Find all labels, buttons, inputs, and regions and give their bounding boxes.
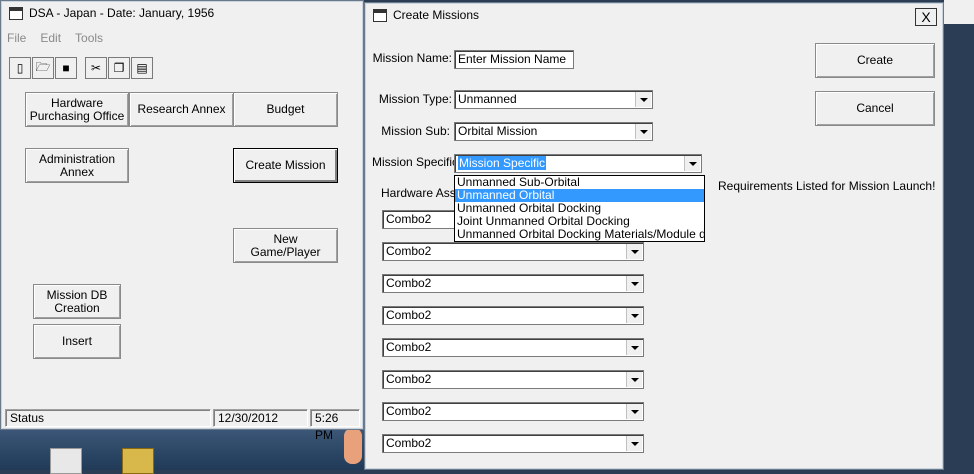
status-text: Status <box>5 409 211 427</box>
hardware-combo-value: Combo2 <box>386 308 432 322</box>
dialog-title: Create Missions <box>393 8 480 22</box>
dialog-title-bar[interactable]: Create Missions <box>365 3 943 27</box>
mission-type-select[interactable]: Unmanned <box>454 90 653 109</box>
hardware-purchasing-button[interactable]: Hardware Purchasing Office <box>25 92 129 127</box>
chevron-down-icon[interactable] <box>626 404 642 419</box>
dropdown-option[interactable]: Unmanned Orbital Docking Materials/Modul… <box>455 228 704 241</box>
cancel-button[interactable]: Cancel <box>815 91 935 126</box>
create-button[interactable]: Create <box>815 43 935 78</box>
chevron-down-icon[interactable] <box>626 340 642 355</box>
dropdown-option[interactable]: Unmanned Sub-Orbital <box>455 176 704 189</box>
application-desktop-icon <box>344 428 362 464</box>
mission-sub-value: Orbital Mission <box>458 124 538 138</box>
new-icon[interactable]: ▯ <box>9 57 31 79</box>
hardware-combo-value: Combo2 <box>386 340 432 354</box>
dialog-window-icon <box>373 8 387 22</box>
mission-specific-label: Mission Specific: <box>372 155 462 169</box>
chevron-down-icon[interactable] <box>635 124 651 139</box>
mission-specific-select[interactable]: Mission Specific <box>454 154 702 173</box>
hardware-combo-value: Combo2 <box>386 276 432 290</box>
chevron-down-icon[interactable] <box>626 372 642 387</box>
hardware-combo-value: Combo2 <box>386 212 432 226</box>
status-time: 5:26 PM <box>310 409 360 442</box>
hardware-combo-3[interactable]: Combo2 <box>382 274 644 293</box>
mission-name-field[interactable]: Enter Mission Name <box>454 50 574 69</box>
menu-tools[interactable]: Tools <box>75 31 103 45</box>
hardware-assignment-label: Hardware Assi <box>381 186 459 200</box>
hardware-combo-5[interactable]: Combo2 <box>382 338 644 357</box>
hardware-combo-6[interactable]: Combo2 <box>382 370 644 389</box>
chevron-down-icon[interactable] <box>626 276 642 291</box>
background-window-edge <box>944 0 974 24</box>
main-window: DSA - Japan - Date: January, 1956 File E… <box>0 0 364 442</box>
folder-desktop-icon[interactable] <box>122 448 154 474</box>
chevron-down-icon[interactable] <box>626 308 642 323</box>
mission-specific-value: Mission Specific <box>458 156 547 170</box>
chevron-down-icon[interactable] <box>635 92 651 107</box>
mission-sub-label: Mission Sub: <box>381 124 450 138</box>
main-window-title: DSA - Japan - Date: January, 1956 <box>29 6 215 20</box>
paste-icon[interactable]: ▤ <box>131 57 153 79</box>
cut-icon[interactable]: ✂ <box>85 57 107 79</box>
menu-edit[interactable]: Edit <box>40 31 61 45</box>
mission-specific-dropdown-list: Unmanned Sub-Orbital Unmanned Orbital Un… <box>454 175 705 242</box>
hardware-combo-value: Combo2 <box>386 372 432 386</box>
close-button[interactable]: X <box>915 8 937 26</box>
main-title-bar[interactable]: DSA - Japan - Date: January, 1956 <box>1 1 363 25</box>
copy-icon[interactable]: ❐ <box>108 57 130 79</box>
hardware-combo-value: Combo2 <box>386 404 432 418</box>
status-date: 12/30/2012 <box>213 409 308 427</box>
new-game-player-button[interactable]: New Game/Player <box>233 228 338 263</box>
desktop-edge <box>944 0 974 470</box>
menu-bar: File Edit Tools <box>7 31 103 45</box>
research-annex-button[interactable]: Research Annex <box>129 92 234 127</box>
mission-type-label: Mission Type: <box>378 92 452 106</box>
mission-type-value: Unmanned <box>458 92 517 106</box>
chevron-down-icon[interactable] <box>626 244 642 259</box>
mission-sub-select[interactable]: Orbital Mission <box>454 122 653 141</box>
dropdown-option[interactable]: Joint Unmanned Orbital Docking <box>455 215 704 228</box>
open-icon[interactable]: 🗁 <box>32 57 54 79</box>
window-icon <box>9 6 23 20</box>
create-mission-button[interactable]: Create Mission <box>233 148 338 183</box>
hardware-combo-8[interactable]: Combo2 <box>382 434 644 453</box>
insert-button[interactable]: Insert <box>33 324 121 359</box>
chevron-down-icon[interactable] <box>684 156 700 171</box>
mission-name-label: Mission Name: <box>372 51 452 65</box>
dropdown-option[interactable]: Unmanned Orbital Docking <box>455 202 704 215</box>
hardware-combo-4[interactable]: Combo2 <box>382 306 644 325</box>
menu-file[interactable]: File <box>7 31 26 45</box>
hardware-combo-7[interactable]: Combo2 <box>382 402 644 421</box>
notepad-desktop-icon[interactable] <box>50 448 82 474</box>
save-icon[interactable]: ■ <box>55 57 77 79</box>
administration-annex-button[interactable]: Administration Annex <box>25 148 129 183</box>
hardware-combo-value: Combo2 <box>386 436 432 450</box>
mission-db-creation-button[interactable]: Mission DB Creation <box>33 284 121 319</box>
hardware-combo-value: Combo2 <box>386 244 432 258</box>
requirements-text: Requirements Listed for Mission Launch! <box>718 179 936 193</box>
chevron-down-icon[interactable] <box>626 436 642 451</box>
hardware-combo-2[interactable]: Combo2 <box>382 242 644 261</box>
dropdown-option-highlighted[interactable]: Unmanned Orbital <box>455 189 704 202</box>
status-bar: Status 12/30/2012 5:26 PM <box>5 409 360 442</box>
budget-button[interactable]: Budget <box>233 92 338 127</box>
